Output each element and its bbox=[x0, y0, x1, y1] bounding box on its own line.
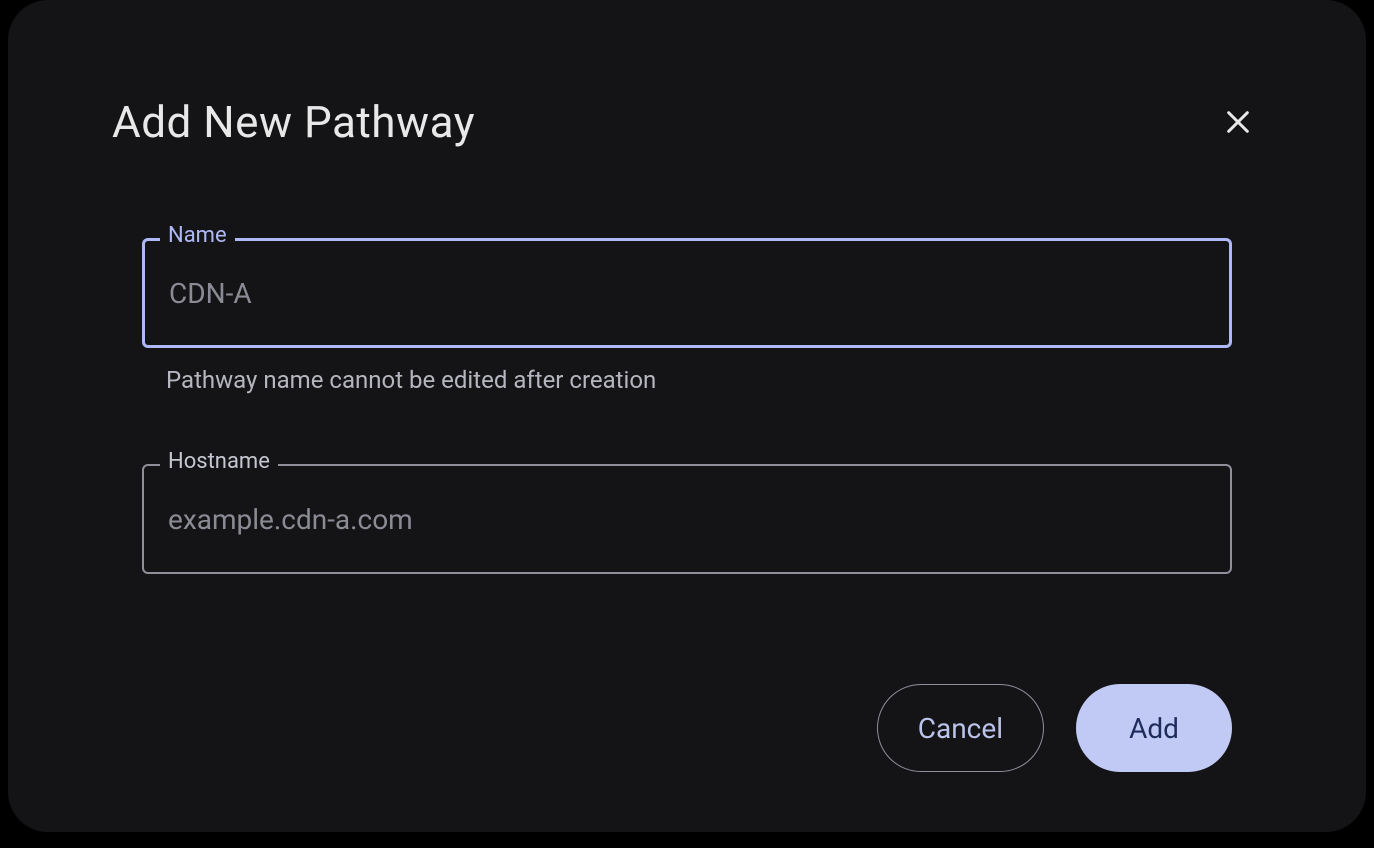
name-label: Name bbox=[160, 223, 235, 248]
hostname-field-group: Hostname bbox=[142, 464, 1232, 574]
close-icon bbox=[1222, 106, 1254, 138]
cancel-button[interactable]: Cancel bbox=[877, 684, 1044, 772]
add-button[interactable]: Add bbox=[1076, 684, 1232, 772]
hostname-input[interactable] bbox=[142, 464, 1232, 574]
name-helper-text: Pathway name cannot be edited after crea… bbox=[166, 366, 1232, 394]
add-pathway-dialog: Add New Pathway Name Pathway name cannot… bbox=[8, 0, 1366, 832]
dialog-header: Add New Pathway bbox=[112, 96, 1262, 148]
dialog-button-row: Cancel Add bbox=[112, 684, 1262, 772]
hostname-label: Hostname bbox=[160, 449, 278, 474]
add-button-label: Add bbox=[1129, 712, 1179, 745]
dialog-title: Add New Pathway bbox=[112, 96, 475, 148]
name-field-group: Name Pathway name cannot be edited after… bbox=[142, 238, 1232, 394]
name-input[interactable] bbox=[142, 238, 1232, 348]
cancel-button-label: Cancel bbox=[918, 712, 1003, 745]
close-button[interactable] bbox=[1214, 98, 1262, 146]
form-fields: Name Pathway name cannot be edited after… bbox=[112, 238, 1262, 574]
